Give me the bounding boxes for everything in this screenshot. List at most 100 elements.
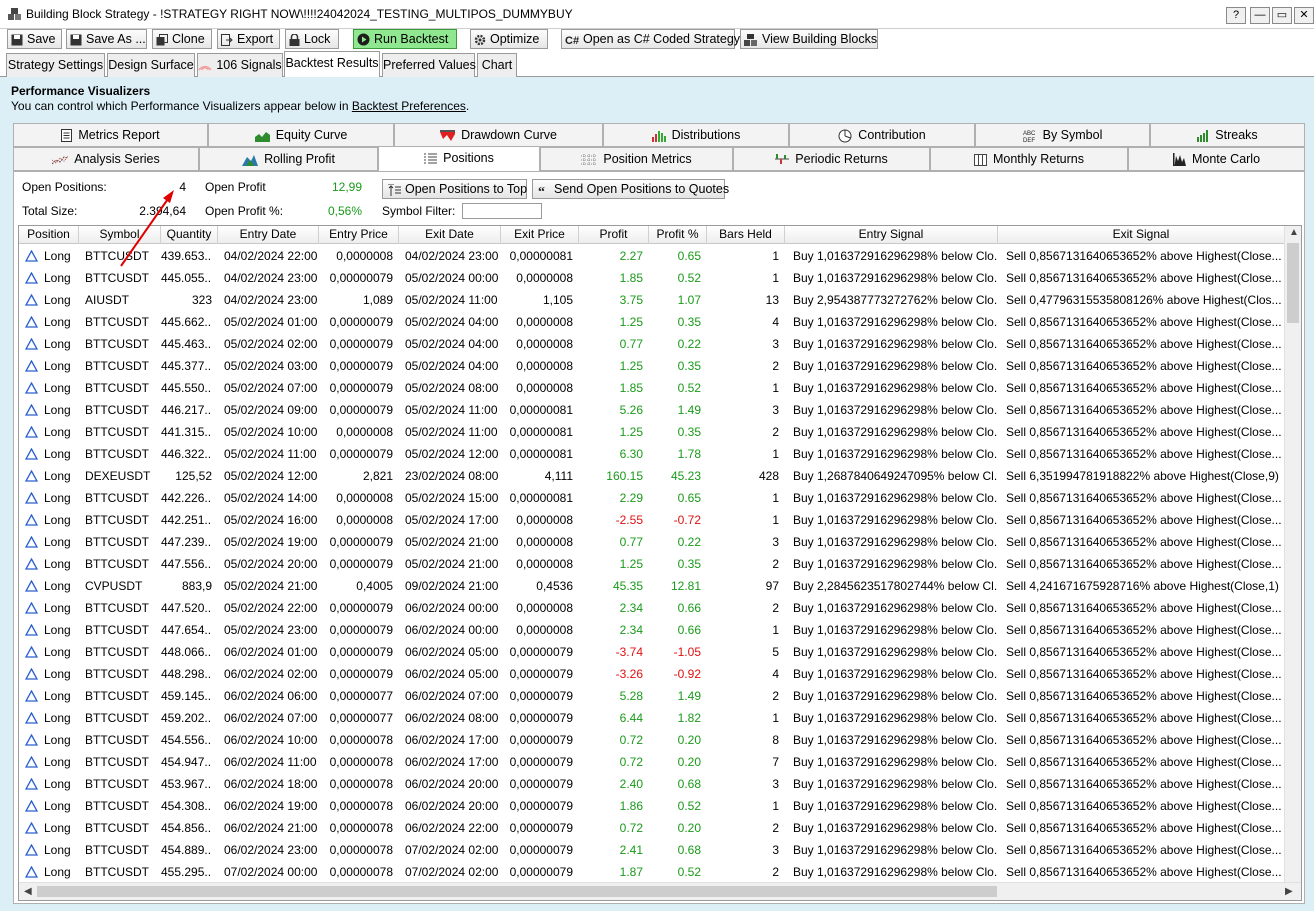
- vertical-scrollbar[interactable]: ▲: [1284, 226, 1301, 882]
- tab-backtest-results[interactable]: Backtest Results: [284, 51, 380, 78]
- cell-entry-date: 07/02/2024 00:00: [224, 865, 318, 879]
- open-positions-to-top-button[interactable]: Open Positions to Top: [382, 179, 527, 199]
- table-row[interactable]: Long BTTCUSDT 459.145... 06/02/2024 06:00 0,…: [19, 685, 1285, 707]
- scroll-up-arrow-icon[interactable]: ▲: [1289, 227, 1299, 238]
- column-header-profit-pct[interactable]: Profit %: [649, 226, 707, 244]
- minimize-button[interactable]: —: [1250, 7, 1270, 24]
- cell-exit-price: 0,0000008: [516, 337, 573, 351]
- column-header-exit-signal[interactable]: Exit Signal: [998, 226, 1285, 244]
- tab-periodic-returns[interactable]: Periodic Returns: [733, 147, 930, 171]
- table-row[interactable]: Long BTTCUSDT 441.315... 05/02/2024 10:00 0,…: [19, 421, 1285, 443]
- table-row[interactable]: Long BTTCUSDT 454.308... 06/02/2024 19:00 0,…: [19, 795, 1285, 817]
- table-row[interactable]: Long BTTCUSDT 447.556... 05/02/2024 20:00 0,…: [19, 553, 1285, 575]
- column-header-quantity[interactable]: Quantity: [161, 226, 218, 244]
- table-row[interactable]: Long BTTCUSDT 445.055... 04/02/2024 23:00 0,…: [19, 267, 1285, 289]
- open-csharp-button[interactable]: C# Open as C# Coded Strategy: [561, 29, 740, 49]
- table-row[interactable]: Long BTTCUSDT 447.239... 05/02/2024 19:00 0,…: [19, 531, 1285, 553]
- cell-exit-signal: Sell 0,8567131640653652% above Highest(C…: [1006, 315, 1282, 329]
- table-row[interactable]: Long BTTCUSDT 442.251... 05/02/2024 16:00 0,…: [19, 509, 1285, 531]
- table-row[interactable]: Long CVPUSDT 883,9 05/02/2024 21:00 0,4005 09…: [19, 575, 1285, 597]
- vertical-scroll-thumb[interactable]: [1287, 243, 1299, 323]
- column-header-exit-date[interactable]: Exit Date: [399, 226, 501, 244]
- table-row[interactable]: Long BTTCUSDT 445.377... 05/02/2024 03:00 0,…: [19, 355, 1285, 377]
- scroll-right-arrow-icon[interactable]: ▶: [1285, 886, 1293, 897]
- tab-design-surface[interactable]: Design Surface: [107, 53, 195, 77]
- column-header-exit-price[interactable]: Exit Price: [501, 226, 579, 244]
- column-header-entry-date[interactable]: Entry Date: [218, 226, 319, 244]
- save-button[interactable]: Save: [7, 29, 62, 49]
- run-backtest-button[interactable]: Run Backtest: [353, 29, 457, 49]
- tab-distributions[interactable]: Distributions: [603, 123, 789, 147]
- table-row[interactable]: Long BTTCUSDT 454.889... 06/02/2024 23:00 0,…: [19, 839, 1285, 861]
- horizontal-scrollbar[interactable]: ◀ ▶: [19, 882, 1301, 900]
- cell-entry-price: 0,00000079: [329, 381, 393, 395]
- table-row[interactable]: Long DEXEUSDT 125,52 05/02/2024 12:00 2,821 2…: [19, 465, 1285, 487]
- tab-monthly-returns[interactable]: Monthly Returns: [930, 147, 1128, 171]
- tab-metrics-report[interactable]: Metrics Report: [13, 123, 208, 147]
- column-header-position[interactable]: Position: [19, 226, 79, 244]
- optimize-button[interactable]: Optimize: [470, 29, 548, 49]
- column-header-symbol[interactable]: Symbol: [79, 226, 161, 244]
- tab-monte-carlo[interactable]: Monte Carlo: [1128, 147, 1305, 171]
- tab-equity-curve[interactable]: Equity Curve: [208, 123, 394, 147]
- position-side-label: Long: [44, 821, 71, 835]
- table-row[interactable]: Long AIUSDT 323 04/02/2024 23:00 1,089 05/02/…: [19, 289, 1285, 311]
- symbol-filter-input[interactable]: [462, 203, 542, 219]
- table-row[interactable]: Long BTTCUSDT 445.662... 05/02/2024 01:00 0,…: [19, 311, 1285, 333]
- positions-table: Position Symbol Quantity Entry Date Entry Pr…: [18, 225, 1302, 901]
- send-open-positions-to-quotes-button[interactable]: “Send Open Positions to Quotes: [532, 179, 729, 200]
- cell-profit: 45.35: [612, 579, 643, 593]
- tab-rolling-profit[interactable]: Rolling Profit: [199, 147, 378, 171]
- table-row[interactable]: Long BTTCUSDT 455.295... 07/02/2024 00:00 0,…: [19, 861, 1285, 883]
- table-row[interactable]: Long BTTCUSDT 453.967... 06/02/2024 18:00 0,…: [19, 773, 1285, 795]
- tab-position-metrics[interactable]: Position Metrics: [540, 147, 733, 171]
- column-header-entry-signal[interactable]: Entry Signal: [785, 226, 998, 244]
- maximize-button[interactable]: ▭: [1272, 7, 1292, 24]
- tab-streaks[interactable]: Streaks: [1150, 123, 1305, 147]
- table-row[interactable]: Long BTTCUSDT 454.947... 06/02/2024 11:00 0,…: [19, 751, 1285, 773]
- horizontal-scroll-thumb[interactable]: [37, 886, 997, 897]
- cell-exit-date: 07/02/2024 02:00: [405, 865, 499, 879]
- position-side-label: Long: [44, 865, 71, 879]
- table-row[interactable]: Long BTTCUSDT 448.298... 06/02/2024 02:00 0,…: [19, 663, 1285, 685]
- tab-analysis-series[interactable]: Analysis Series: [13, 147, 199, 171]
- backtest-preferences-link[interactable]: Backtest Preferences: [352, 99, 466, 113]
- cell-exit-signal: Sell 0,8567131640653652% above Highest(C…: [1006, 667, 1282, 681]
- long-triangle-icon: [25, 646, 38, 658]
- cell-exit-date: 06/02/2024 00:00: [405, 623, 499, 637]
- view-building-blocks-button[interactable]: View Building Blocks: [740, 29, 878, 49]
- save-as-button[interactable]: Save As ...: [66, 29, 147, 49]
- export-button[interactable]: Export: [217, 29, 280, 49]
- table-row[interactable]: Long BTTCUSDT 445.550... 05/02/2024 07:00 0,…: [19, 377, 1285, 399]
- table-row[interactable]: Long BTTCUSDT 447.654... 05/02/2024 23:00 0,…: [19, 619, 1285, 641]
- table-row[interactable]: Long BTTCUSDT 442.226... 05/02/2024 14:00 0,…: [19, 487, 1285, 509]
- table-row[interactable]: Long BTTCUSDT 439.653... 04/02/2024 22:00 0,…: [19, 245, 1285, 267]
- table-row[interactable]: Long BTTCUSDT 447.520... 05/02/2024 22:00 0,…: [19, 597, 1285, 619]
- tab-positions[interactable]: Positions: [378, 146, 540, 172]
- tab-chart[interactable]: Chart: [477, 53, 517, 77]
- tab-contribution[interactable]: Contribution: [789, 123, 975, 147]
- lock-button[interactable]: Lock: [285, 29, 339, 49]
- tab-drawdown-curve[interactable]: Drawdown Curve: [394, 123, 603, 147]
- column-header-entry-price[interactable]: Entry Price: [319, 226, 399, 244]
- column-header-bars-held[interactable]: Bars Held: [707, 226, 785, 244]
- clone-button[interactable]: Clone: [152, 29, 212, 49]
- cell-entry-date: 05/02/2024 14:00: [224, 491, 318, 505]
- tab-by-symbol[interactable]: ABC DEF By Symbol: [975, 123, 1150, 147]
- close-button[interactable]: ✕: [1294, 7, 1314, 24]
- table-row[interactable]: Long BTTCUSDT 448.066... 06/02/2024 01:00 0,…: [19, 641, 1285, 663]
- table-row[interactable]: Long BTTCUSDT 454.856... 06/02/2024 21:00 0,…: [19, 817, 1285, 839]
- scroll-left-arrow-icon[interactable]: ◀: [24, 886, 32, 897]
- position-side-label: Long: [44, 777, 71, 791]
- table-row[interactable]: Long BTTCUSDT 454.556... 06/02/2024 10:00 0,…: [19, 729, 1285, 751]
- cell-exit-price: 0,0000008: [516, 381, 573, 395]
- column-header-profit[interactable]: Profit: [579, 226, 649, 244]
- tab-signals[interactable]: 106 Signals: [197, 53, 283, 77]
- tab-preferred-values[interactable]: Preferred Values: [382, 53, 476, 77]
- table-row[interactable]: Long BTTCUSDT 446.322... 05/02/2024 11:00 0,…: [19, 443, 1285, 465]
- help-button[interactable]: ?: [1226, 7, 1246, 24]
- table-row[interactable]: Long BTTCUSDT 459.202... 06/02/2024 07:00 0,…: [19, 707, 1285, 729]
- table-row[interactable]: Long BTTCUSDT 445.463... 05/02/2024 02:00 0,…: [19, 333, 1285, 355]
- tab-strategy-settings[interactable]: Strategy Settings: [6, 53, 105, 77]
- table-row[interactable]: Long BTTCUSDT 446.217... 05/02/2024 09:00 0,…: [19, 399, 1285, 421]
